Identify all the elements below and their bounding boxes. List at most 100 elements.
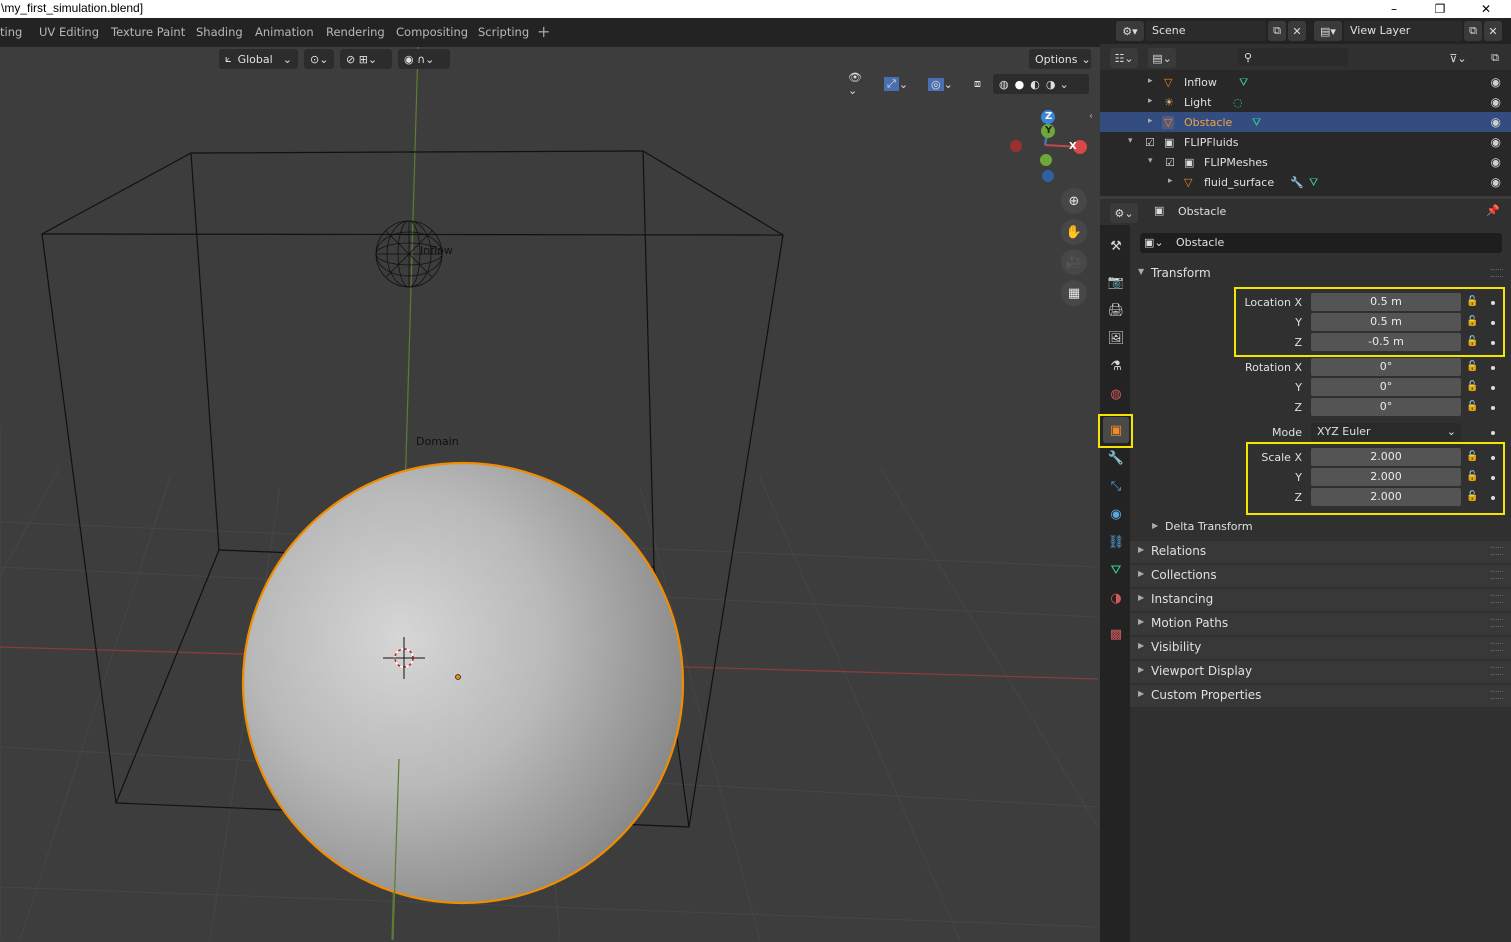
tab-shading[interactable]: Shading (196, 25, 243, 39)
chevron-down-icon[interactable]: ⌄ (1059, 78, 1068, 91)
rotation-x-field[interactable]: 0° (1311, 358, 1461, 376)
drag-handle-icon[interactable] (1491, 619, 1503, 627)
object-tab-icon[interactable]: ▣ (1103, 417, 1129, 443)
keyframe-dot-icon[interactable] (1491, 496, 1495, 500)
solid-shading-icon[interactable]: ● (1015, 78, 1025, 91)
visibility-panel-header[interactable]: ▶ Visibility (1130, 637, 1511, 659)
delta-transform-subpanel[interactable]: ▶ Delta Transform (1148, 517, 1498, 537)
gizmo-toggle[interactable]: ⤢ ⌄ (878, 74, 918, 94)
keyframe-dot-icon[interactable] (1491, 406, 1495, 410)
xray-toggle[interactable]: ⧈ (968, 74, 990, 94)
checkbox-icon[interactable]: ☑ (1145, 136, 1155, 149)
lock-icon[interactable]: 🔓 (1466, 471, 1478, 482)
location-x-field[interactable]: 0.5 m (1311, 293, 1461, 311)
visibility-dropdown[interactable]: 👁⌄ (842, 71, 872, 97)
lock-icon[interactable]: 🔓 (1466, 381, 1478, 392)
constraints-tab-icon[interactable]: ⛓ (1103, 529, 1129, 555)
texture-tab-icon[interactable]: ▩ (1103, 621, 1129, 647)
outliner-search-input[interactable]: ⚲ (1238, 48, 1348, 66)
zoom-icon[interactable]: ⊕ (1061, 188, 1087, 214)
drag-handle-icon[interactable] (1491, 547, 1503, 555)
particles-tab-icon[interactable]: ⤡ (1103, 473, 1129, 499)
vertex-icon[interactable]: ⛛ (1309, 176, 1318, 190)
tab-uv-editing[interactable]: UV Editing (39, 25, 99, 39)
outliner-row-light[interactable]: ▸ ☀ Light ◌ ◉ (1100, 92, 1511, 112)
camera-icon[interactable]: 🎥 (1061, 249, 1087, 275)
tab-animation[interactable]: Animation (255, 25, 314, 39)
new-view-layer-icon[interactable]: ⧉ (1464, 21, 1482, 41)
tab-compositing[interactable]: Compositing (396, 25, 468, 39)
view-layer-field[interactable]: View Layer (1344, 21, 1462, 41)
lock-icon[interactable]: 🔓 (1466, 296, 1478, 307)
location-y-field[interactable]: 0.5 m (1311, 313, 1461, 331)
tab-texture-paint[interactable]: Texture Paint (111, 25, 185, 39)
tool-tab-icon[interactable]: ⚒ (1103, 233, 1129, 259)
filter-icon[interactable]: ⊽⌄ (1444, 48, 1472, 68)
lock-icon[interactable]: 🔓 (1466, 401, 1478, 412)
eye-icon[interactable]: ◉ (1491, 115, 1501, 129)
motion-paths-panel-header[interactable]: ▶ Motion Paths (1130, 613, 1511, 635)
drag-handle-icon[interactable] (1491, 269, 1503, 277)
keyframe-dot-icon[interactable] (1491, 341, 1495, 345)
vertex-icon[interactable]: ⛛ (1252, 116, 1261, 130)
scene-browse-icon[interactable]: ⚙▾ (1116, 21, 1144, 41)
rotation-z-field[interactable]: 0° (1311, 398, 1461, 416)
drag-handle-icon[interactable] (1491, 643, 1503, 651)
rotation-y-field[interactable]: 0° (1311, 378, 1461, 396)
eye-icon[interactable]: ◉ (1491, 155, 1501, 169)
keyframe-dot-icon[interactable] (1491, 386, 1495, 390)
drag-handle-icon[interactable] (1491, 595, 1503, 603)
render-tab-icon[interactable]: 📷 (1103, 269, 1129, 295)
drag-handle-icon[interactable] (1491, 691, 1503, 699)
keyframe-dot-icon[interactable] (1491, 476, 1495, 480)
world-tab-icon[interactable]: ◍ (1103, 381, 1129, 407)
wrench-icon[interactable]: 🔧 (1290, 176, 1304, 189)
scale-x-field[interactable]: 2.000 (1311, 448, 1461, 466)
scale-y-field[interactable]: 2.000 (1311, 468, 1461, 486)
scene-tab-icon[interactable]: ⚗ (1103, 353, 1129, 379)
view-layer-tab-icon[interactable]: 🖼 (1103, 325, 1129, 351)
view-layer-browse-icon[interactable]: ▤▾ (1314, 21, 1342, 41)
custom-properties-panel-header[interactable]: ▶ Custom Properties (1130, 685, 1511, 707)
lock-icon[interactable]: 🔓 (1466, 451, 1478, 462)
lock-icon[interactable]: 🔓 (1466, 361, 1478, 372)
pivot-point-dropdown[interactable]: ⊙⌄ (304, 49, 334, 69)
scene-name-field[interactable]: Scene (1146, 21, 1266, 41)
lock-icon[interactable]: 🔓 (1466, 491, 1478, 502)
proportional-editing-controls[interactable]: ◉ ∩⌄ (398, 49, 450, 69)
keyframe-dot-icon[interactable] (1491, 431, 1495, 435)
drag-handle-icon[interactable] (1491, 667, 1503, 675)
outliner-row-inflow[interactable]: ▸ ▽ Inflow ⛛ ◉ (1100, 72, 1511, 92)
options-dropdown[interactable]: Options ⌄ (1029, 49, 1091, 69)
lock-icon[interactable]: 🔓 (1466, 316, 1478, 327)
bulb-icon[interactable]: ◌ (1233, 96, 1243, 109)
new-scene-icon[interactable]: ⧉ (1268, 21, 1286, 41)
output-tab-icon[interactable]: 🖨 (1103, 297, 1129, 323)
maximize-button[interactable]: ❐ (1417, 0, 1463, 18)
object-name-field[interactable]: ▣⌄ Obstacle (1140, 233, 1502, 253)
drag-handle-icon[interactable] (1491, 571, 1503, 579)
object-data-icon[interactable]: ▣⌄ (1144, 236, 1164, 249)
keyframe-dot-icon[interactable] (1491, 366, 1495, 370)
tab-layout[interactable]: ting (0, 25, 22, 39)
eye-icon[interactable]: ◉ (1491, 95, 1501, 109)
transform-panel-header[interactable]: ▼ Transform (1130, 263, 1511, 285)
vertex-icon[interactable]: ⛛ (1239, 76, 1248, 90)
wireframe-shading-icon[interactable]: ◍ (999, 78, 1009, 91)
minimize-button[interactable]: – (1371, 0, 1417, 18)
viewport-display-panel-header[interactable]: ▶ Viewport Display (1130, 661, 1511, 683)
perspective-grid-icon[interactable]: ▦ (1061, 280, 1087, 306)
relations-panel-header[interactable]: ▶ Relations (1130, 541, 1511, 563)
outliner-row-flipmeshes[interactable]: ▾ ☑ ▣ FLIPMeshes ◉ (1100, 152, 1511, 172)
eye-icon[interactable]: ◉ (1491, 75, 1501, 89)
material-tab-icon[interactable]: ◑ (1103, 585, 1129, 611)
eye-icon[interactable]: ◉ (1491, 135, 1501, 149)
rendered-shading-icon[interactable]: ◑ (1046, 78, 1056, 91)
checkbox-icon[interactable]: ☑ (1165, 156, 1175, 169)
keyframe-dot-icon[interactable] (1491, 456, 1495, 460)
transform-orientation-dropdown[interactable]: ⟀ Global ⌄ (219, 49, 298, 69)
tab-rendering[interactable]: Rendering (326, 25, 385, 39)
scale-z-field[interactable]: 2.000 (1311, 488, 1461, 506)
delete-scene-icon[interactable]: ✕ (1288, 21, 1306, 41)
editor-type-icon[interactable]: ☷⌄ (1110, 48, 1138, 68)
